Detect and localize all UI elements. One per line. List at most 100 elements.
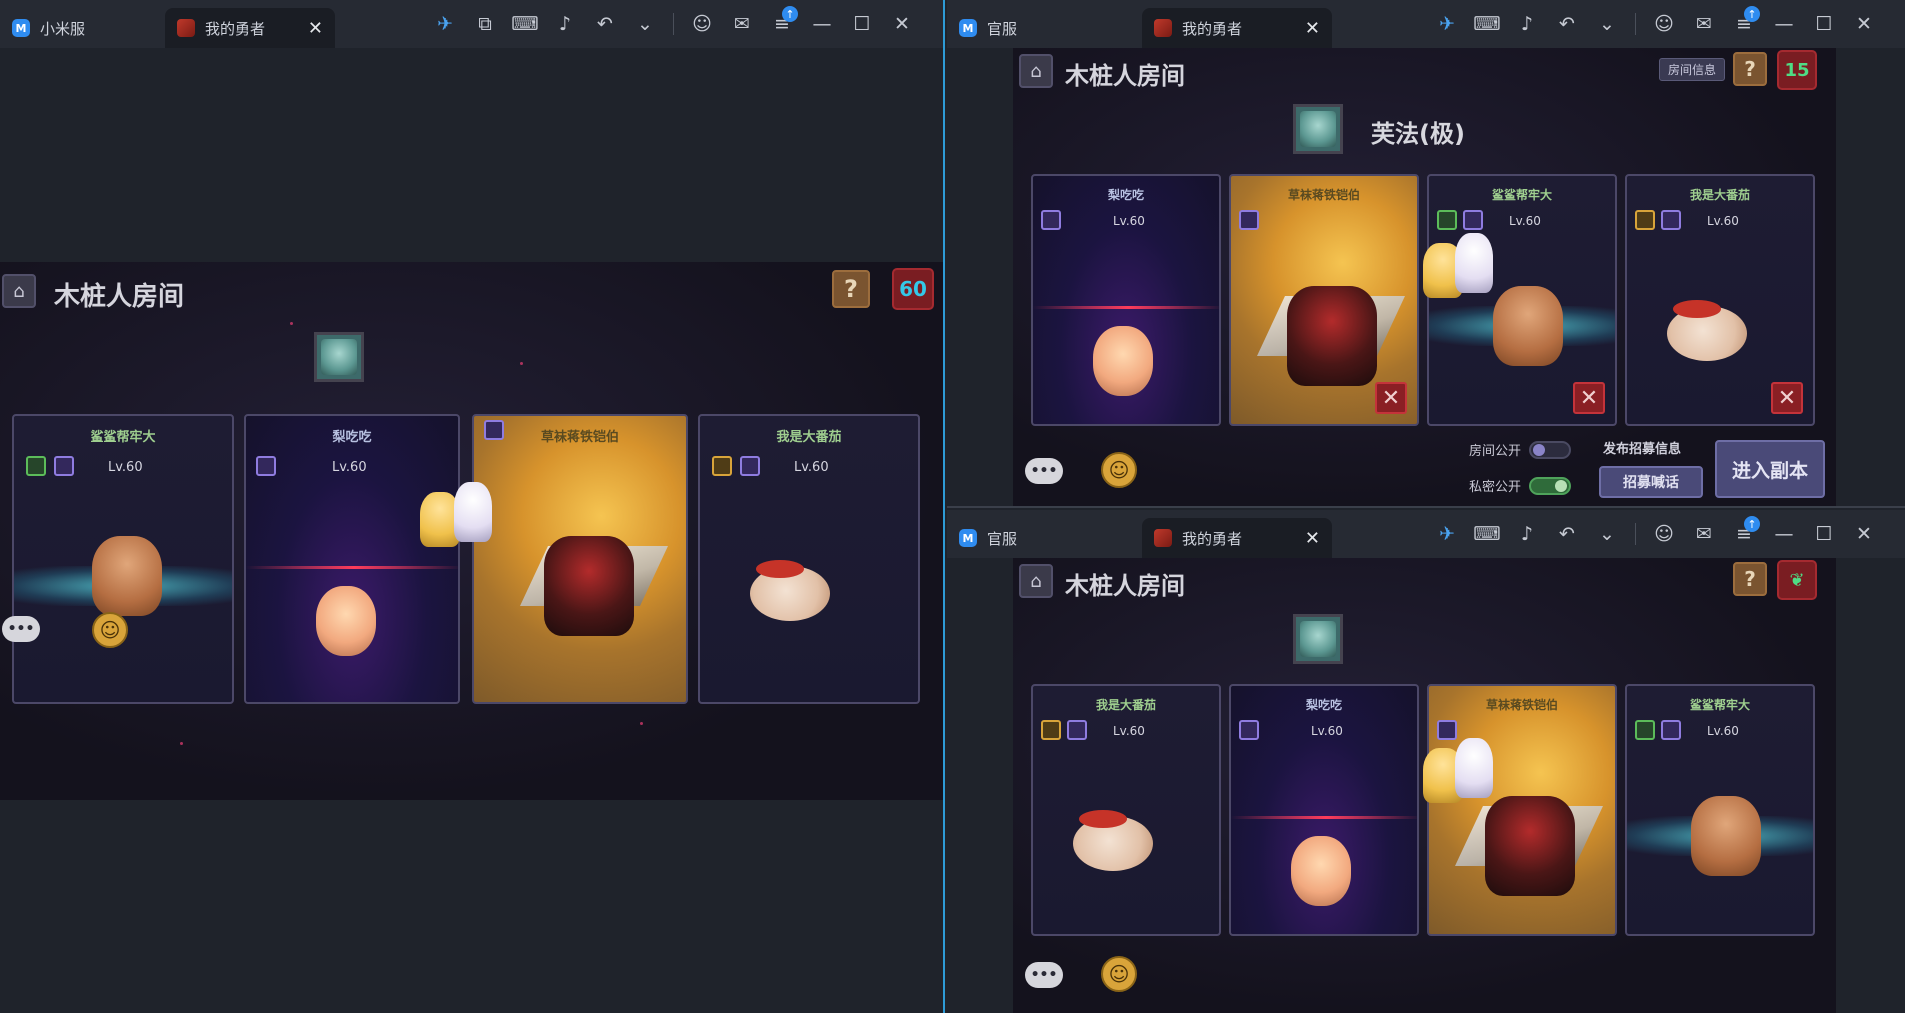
player-name: 我是大番茄: [1689, 188, 1750, 202]
private-public-toggle[interactable]: [1529, 476, 1572, 495]
maximize-icon[interactable]: ☐: [1804, 4, 1844, 44]
player-card[interactable]: 梨吃吃 Lv.60: [1031, 174, 1221, 426]
maximize-icon[interactable]: ☐: [1804, 514, 1844, 554]
boss-face: [1300, 111, 1336, 147]
tab-game[interactable]: 我的勇者 ✕: [1142, 518, 1332, 558]
volume-icon[interactable]: ♪: [1507, 4, 1547, 44]
player-card[interactable]: 我是大番茄 Lv.60: [698, 414, 920, 704]
tab-close-icon[interactable]: ✕: [1305, 528, 1320, 549]
stamina-button[interactable]: 15: [1777, 50, 1817, 90]
chat-button[interactable]: •••: [1025, 962, 1063, 988]
maximize-icon[interactable]: ☐: [842, 4, 882, 44]
boss-face: [321, 339, 357, 375]
class-badge-icon: [712, 456, 732, 476]
tab-game[interactable]: 我的勇者 ✕: [1142, 8, 1332, 48]
player-level: Lv.60: [1113, 214, 1145, 228]
keyboard-icon[interactable]: ⌨: [1467, 4, 1507, 44]
chevron-down-icon[interactable]: ⌄: [625, 4, 665, 44]
recruit-shout-button[interactable]: 招募喊话: [1599, 466, 1703, 498]
menu-icon[interactable]: ≡ ↑: [1724, 514, 1764, 554]
toggle-knob: [1555, 479, 1568, 492]
home-button[interactable]: ⌂: [1019, 54, 1053, 88]
account-icon[interactable]: ☺: [682, 4, 722, 44]
help-button[interactable]: ?: [1733, 52, 1767, 86]
mail-icon[interactable]: ✉: [1684, 514, 1724, 554]
moon-badge-icon: [1067, 720, 1087, 740]
player-card[interactable]: 鲨鲨帮牢大 Lv.60: [1625, 684, 1815, 936]
chevron-down-icon[interactable]: ⌄: [1587, 514, 1627, 554]
emoji-button[interactable]: ☺: [1101, 956, 1137, 992]
close-icon[interactable]: ✕: [1844, 4, 1884, 44]
help-button[interactable]: ?: [832, 270, 870, 308]
player-card[interactable]: 草袜蒋铁铠伯 ✕: [1229, 174, 1419, 426]
star-decoration: [180, 742, 183, 745]
minimize-icon[interactable]: —: [1764, 4, 1804, 44]
player-name: 鲨鲨帮牢大: [1689, 698, 1750, 712]
tab-official[interactable]: M 官服: [947, 8, 1142, 48]
minimize-icon[interactable]: —: [802, 4, 842, 44]
upload-badge-icon: ↑: [782, 6, 798, 22]
volume-icon[interactable]: ♪: [1507, 514, 1547, 554]
room-public-toggle[interactable]: [1529, 440, 1572, 459]
divider: [1635, 13, 1636, 35]
undo-icon[interactable]: ↶: [585, 4, 625, 44]
moon-badge-icon: [1661, 210, 1681, 230]
undo-icon[interactable]: ↶: [1547, 514, 1587, 554]
player-level: Lv.60: [1509, 214, 1541, 228]
moon-badge-icon: [1463, 210, 1483, 230]
stamina-button[interactable]: 60: [892, 268, 934, 310]
room-info-button[interactable]: 房间信息: [1659, 58, 1726, 81]
kick-button[interactable]: ✕: [1375, 382, 1407, 414]
player-card[interactable]: 鲨鲨帮牢大 Lv.60 ✕: [1427, 174, 1617, 426]
keyboard-icon[interactable]: ⌨: [505, 4, 545, 44]
pin-icon[interactable]: ✈: [425, 4, 465, 44]
game-logo-icon: [1154, 529, 1172, 547]
toggle-knob: [1533, 443, 1546, 456]
player-card[interactable]: 梨吃吃 Lv.60: [244, 414, 460, 704]
chat-button[interactable]: •••: [2, 616, 40, 642]
divider: [673, 13, 674, 35]
account-icon[interactable]: ☺: [1644, 514, 1684, 554]
player-card[interactable]: 梨吃吃 Lv.60: [1229, 684, 1419, 936]
upload-badge-icon: ↑: [1744, 6, 1760, 22]
player-card[interactable]: 鲨鲨帮牢大 Lv.60: [12, 414, 234, 704]
close-icon[interactable]: ✕: [1844, 514, 1884, 554]
tab-game[interactable]: 我的勇者 ✕: [165, 8, 335, 48]
pet-sprite: [1691, 796, 1761, 876]
chat-button[interactable]: •••: [1025, 458, 1063, 484]
volume-icon[interactable]: ♪: [545, 4, 585, 44]
menu-icon[interactable]: ≡ ↑: [762, 4, 802, 44]
player-card[interactable]: 草袜蒋铁铠伯: [1427, 684, 1617, 936]
help-button[interactable]: ?: [1733, 562, 1767, 596]
minimize-icon[interactable]: —: [1764, 514, 1804, 554]
boss-avatar: [1293, 614, 1343, 664]
menu-icon[interactable]: ≡ ↑: [1724, 4, 1764, 44]
pin-icon[interactable]: ✈: [1427, 514, 1467, 554]
mail-icon[interactable]: ✉: [722, 4, 762, 44]
account-icon[interactable]: ☺: [1644, 4, 1684, 44]
stamina-button[interactable]: ❦: [1777, 560, 1817, 600]
player-card[interactable]: 草袜蒋铁铠伯: [472, 414, 688, 704]
tab-close-icon[interactable]: ✕: [1305, 18, 1320, 39]
undo-icon[interactable]: ↶: [1547, 4, 1587, 44]
keyboard-icon[interactable]: ⌨: [1467, 514, 1507, 554]
tab-official[interactable]: M 官服: [947, 518, 1142, 558]
emoji-button[interactable]: ☺: [1101, 452, 1137, 488]
pin-icon[interactable]: ✈: [1427, 4, 1467, 44]
boss-face: [1300, 621, 1336, 657]
player-card[interactable]: 我是大番茄 Lv.60 ✕: [1625, 174, 1815, 426]
kick-button[interactable]: ✕: [1573, 382, 1605, 414]
multi-window-icon[interactable]: ⧉: [465, 4, 505, 44]
tab-close-icon[interactable]: ✕: [308, 18, 323, 39]
close-icon[interactable]: ✕: [882, 4, 922, 44]
home-button[interactable]: ⌂: [2, 274, 36, 308]
room-public-label: 房间公开: [1469, 444, 1522, 459]
player-card[interactable]: 我是大番茄 Lv.60: [1031, 684, 1221, 936]
kick-button[interactable]: ✕: [1771, 382, 1803, 414]
home-button[interactable]: ⌂: [1019, 564, 1053, 598]
chevron-down-icon[interactable]: ⌄: [1587, 4, 1627, 44]
tab-xiaomi[interactable]: M 小米服: [0, 8, 165, 48]
emoji-button[interactable]: ☺: [92, 612, 128, 648]
mail-icon[interactable]: ✉: [1684, 4, 1724, 44]
enter-dungeon-button[interactable]: 进入副本: [1715, 440, 1825, 498]
